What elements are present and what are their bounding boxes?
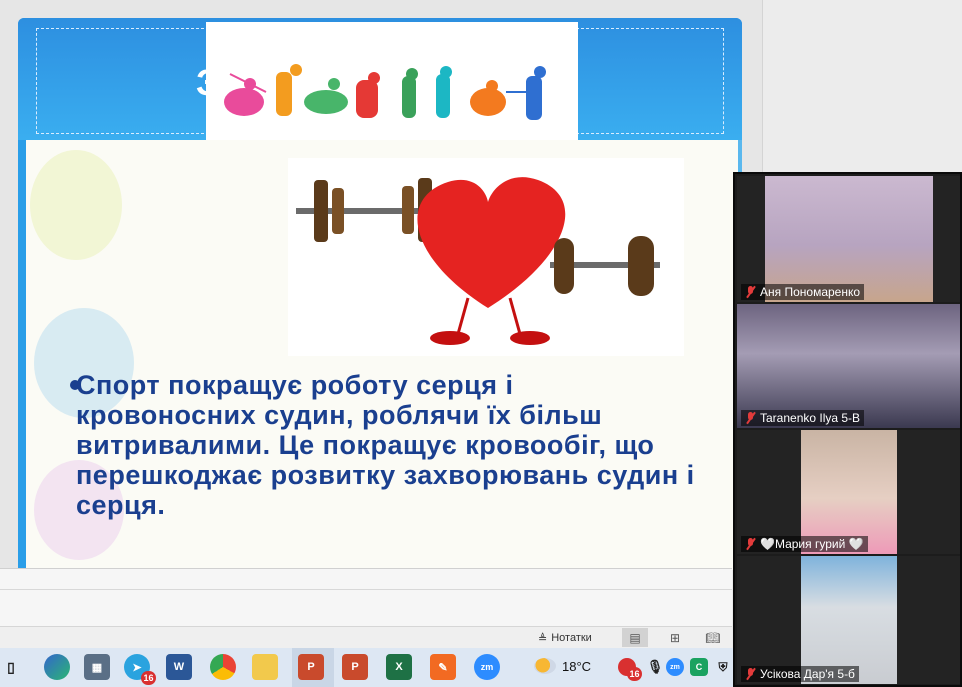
participant-name-tag: Аня Пономаренко	[741, 284, 865, 300]
athlete-silhouettes	[224, 64, 546, 120]
heart-icon	[417, 177, 566, 345]
normal-view-button[interactable]: ▤	[622, 628, 648, 647]
file-explorer-icon[interactable]	[252, 654, 278, 680]
slide-content: Спорт покращує роботу серця і кровоносни…	[26, 140, 738, 570]
slide-sorter-icon: ⊞	[669, 630, 681, 645]
windows-taskbar: ▯ ▦ ➤ 16 W P P X ✎ zm 18°C 16 🎙︎ zm C ⛨	[0, 648, 733, 687]
slide-bullet-text[interactable]: Спорт покращує роботу серця і кровоносни…	[76, 370, 696, 520]
shield-icon[interactable]: ⛨	[714, 658, 732, 676]
tray-app-icon-green[interactable]: C	[690, 658, 708, 676]
partly-cloudy-icon	[534, 658, 556, 674]
participant-name: 🤍Мария гурий 🤍	[760, 537, 864, 551]
tray-unread-badge: 16	[627, 667, 642, 681]
excel-icon[interactable]: X	[386, 654, 412, 680]
normal-view-icon: ▤	[629, 630, 641, 645]
powerpoint-icon-2[interactable]: P	[342, 654, 368, 680]
participant-tile[interactable]: Аня Пономаренко	[737, 176, 960, 302]
participant-tile[interactable]: Taranenko Ilya 5-В	[737, 304, 960, 428]
calculator-icon[interactable]: ▦	[84, 654, 110, 680]
balloon-decoration	[30, 150, 122, 260]
slide-sorter-button[interactable]: ⊞	[662, 628, 688, 647]
participant-tile[interactable]: 🤍Мария гурий 🤍	[737, 430, 960, 554]
slide-canvas[interactable]: З	[18, 18, 742, 570]
notes-icon: ≜	[538, 632, 548, 645]
notes-pane[interactable]	[0, 568, 732, 626]
microphone-icon[interactable]: 🎙︎	[642, 654, 668, 680]
participant-name: Усікова Дар'я 5-б	[760, 667, 855, 681]
heart-dumbbell-image[interactable]	[288, 158, 684, 356]
participant-name-tag: Taranenko Ilya 5-В	[741, 410, 865, 426]
dumbbell-icon	[550, 236, 660, 296]
participant-tile[interactable]: Усікова Дар'я 5-б	[737, 556, 960, 684]
word-icon[interactable]: W	[166, 654, 192, 680]
notes-button[interactable]: ≜ Нотатки	[538, 629, 592, 647]
mic-muted-icon	[745, 412, 756, 424]
edge-icon[interactable]	[44, 654, 70, 680]
participant-video	[801, 556, 897, 684]
draw-app-icon[interactable]: ✎	[430, 654, 456, 680]
participant-name: Аня Пономаренко	[760, 285, 861, 299]
weather-widget[interactable]: 18°C	[534, 658, 591, 674]
powerpoint-icon[interactable]: P	[298, 654, 324, 680]
reading-view-button[interactable]: 📖︎	[700, 628, 726, 647]
zoom-tray-icon[interactable]: zm	[666, 658, 684, 676]
zoom-video-panel[interactable]: Аня Пономаренко Taranenko Ilya 5-В 🤍Мари…	[733, 172, 962, 687]
telegram-unread-badge: 16	[141, 671, 156, 685]
sport-silhouettes-image[interactable]	[206, 22, 578, 140]
notes-button-label: Нотатки	[551, 632, 592, 644]
participant-name-tag: 🤍Мария гурий 🤍	[741, 536, 868, 552]
task-view-icon[interactable]: ▯	[0, 654, 22, 680]
zoom-icon[interactable]: zm	[474, 654, 500, 680]
chrome-icon[interactable]	[210, 654, 236, 680]
notes-divider	[0, 589, 732, 590]
temperature: 18°C	[562, 658, 592, 674]
mic-muted-icon	[745, 668, 756, 680]
status-bar: ≜ Нотатки ▤ ⊞ 📖︎	[0, 626, 732, 648]
mic-muted-icon	[745, 538, 756, 550]
participant-name-tag: Усікова Дар'я 5-б	[741, 666, 859, 682]
tray-app-icon[interactable]: 16	[618, 658, 642, 681]
telegram-icon[interactable]: ➤ 16	[124, 654, 156, 685]
reading-view-icon: 📖︎	[705, 630, 721, 645]
mic-muted-icon	[745, 286, 756, 298]
slide-editor-area[interactable]: З	[0, 0, 762, 570]
participant-name: Taranenko Ilya 5-В	[760, 411, 861, 425]
